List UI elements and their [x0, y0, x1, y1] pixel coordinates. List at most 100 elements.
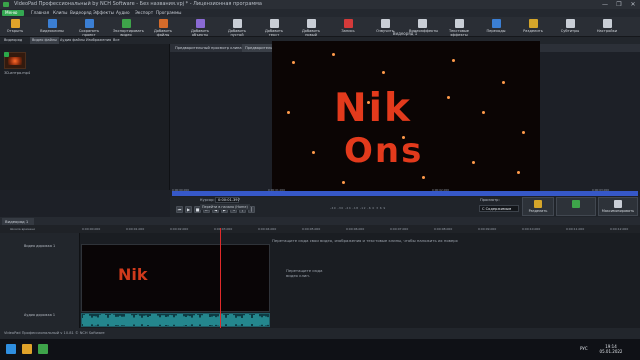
- menu-programs[interactable]: Программы: [156, 9, 181, 17]
- split-button[interactable]: Разделить: [522, 197, 554, 216]
- videopad-taskbar-icon[interactable]: [38, 344, 48, 354]
- save-button[interactable]: Сохранить проект: [76, 18, 102, 37]
- to-start-icon[interactable]: ⏮: [176, 206, 183, 213]
- video-preview[interactable]: Nik Ons: [272, 41, 540, 191]
- ruler-tick: 0:00:02.000: [170, 227, 189, 231]
- menu-audio[interactable]: Аудио: [116, 9, 130, 17]
- ruler-tick: 0:00:09.000: [478, 227, 497, 231]
- spark: [452, 59, 455, 62]
- explorer-icon[interactable]: [22, 344, 32, 354]
- ruler-tick: 0:00:00.000: [82, 227, 101, 231]
- spark: [447, 96, 450, 99]
- ruler-tick: 0:00:04.000: [258, 227, 277, 231]
- play-icon[interactable]: ▶: [185, 206, 192, 213]
- export-icon: [121, 19, 131, 28]
- toolbar-button-label: Экспортировать видео: [113, 29, 144, 37]
- subtitles-icon: [565, 19, 575, 28]
- track-headers: Видео дорожка 1 Аудио дорожка 1: [0, 233, 80, 328]
- bin-tab-all[interactable]: Все: [111, 37, 121, 44]
- add-objects-icon: [195, 19, 205, 28]
- narrate-icon: [380, 19, 390, 28]
- close-button[interactable]: ✕: [626, 0, 640, 9]
- minimize-button[interactable]: —: [598, 0, 612, 9]
- split-icon: [528, 19, 538, 28]
- open-button[interactable]: Открыть: [2, 18, 28, 36]
- preview-mode-label: Просмотр:: [480, 198, 500, 202]
- playhead[interactable]: [220, 228, 221, 328]
- media-thumbnail[interactable]: [4, 52, 26, 69]
- bin-tab-audio[interactable]: Аудио файлы: [58, 37, 87, 44]
- video-clip[interactable]: Nik: [81, 244, 270, 312]
- video-effects-icon: [417, 19, 427, 28]
- settings-icon: [602, 19, 612, 28]
- spark: [342, 181, 345, 184]
- menu-effects[interactable]: Эффекты: [93, 9, 114, 17]
- spark: [472, 161, 475, 164]
- transitions-icon: [491, 19, 501, 28]
- split-icon: [534, 200, 542, 208]
- position-field[interactable]: 0:00:01.397: [215, 197, 240, 203]
- video-clips-button[interactable]: Видеоклипы: [39, 18, 65, 36]
- menu-sequence[interactable]: Видеоряд: [70, 9, 92, 17]
- bin-tab-video[interactable]: Видео файлы: [30, 37, 59, 44]
- media-bin: 3D-интро.mp4: [0, 44, 170, 190]
- overlay-drop-hint: Перетащите сюда свои видео, изображения …: [272, 238, 458, 243]
- menu-clips[interactable]: Клипы: [53, 9, 67, 17]
- ruler-tick: 0:00:12.000: [610, 227, 629, 231]
- media-filename: 3D-интро.mp4: [4, 71, 31, 75]
- menu-button[interactable]: Меню: [2, 10, 24, 16]
- spark: [517, 171, 520, 174]
- video-track-name: Видео дорожка 1: [24, 244, 56, 248]
- clip-thumbnail-text: Nik: [118, 265, 148, 284]
- ruler-tick: 0:00:05.000: [302, 227, 321, 231]
- open-icon: [10, 19, 20, 28]
- bin-tab-images[interactable]: Изображения: [84, 37, 113, 44]
- spark: [332, 53, 335, 56]
- stabilize-icon: [572, 200, 580, 208]
- seek-bar[interactable]: [172, 191, 638, 196]
- taskbar: [0, 339, 640, 360]
- timeline-ruler[interactable]: Шкала времени 0:00:00.000 0:00:01.000 0:00…: [0, 225, 640, 233]
- menu-export[interactable]: Экспорт: [135, 9, 153, 17]
- ruler-tick: 0:00:03.000: [214, 227, 233, 231]
- spark: [382, 71, 385, 74]
- windows-start-icon[interactable]: [6, 344, 16, 354]
- spark: [422, 176, 425, 179]
- fullscreen-icon: [614, 200, 622, 208]
- text-effects-icon: [454, 19, 464, 28]
- title-bar: VideoPad Профессиональный by NCH Softwar…: [0, 0, 640, 9]
- status-bar: VideoPad Профессиональный v 10.81 © NCH …: [0, 328, 640, 339]
- sequence-tab[interactable]: Видеоряд 1: [2, 218, 34, 225]
- export-button[interactable]: Экспортировать видео: [113, 18, 144, 37]
- menu-home[interactable]: Главная: [31, 9, 49, 17]
- audio-clip[interactable]: [81, 313, 270, 327]
- window-title: VideoPad Профессиональный by NCH Softwar…: [14, 1, 263, 7]
- jump-to-start-hint[interactable]: Перейти в начало (Home): [200, 204, 250, 210]
- tab-clip-preview[interactable]: Предварительный просмотр клипа: [172, 44, 245, 52]
- spark: [502, 81, 505, 84]
- spark: [522, 131, 525, 134]
- toolbar-button-label: Видеоклипы: [40, 29, 64, 33]
- taskbar-clock[interactable]: 19:14 05.01.2022: [596, 344, 626, 354]
- record-icon: [343, 19, 353, 28]
- fullscreen-button[interactable]: Максимизировать: [598, 197, 638, 216]
- ruler-tick: 0:00:10.000: [522, 227, 541, 231]
- spark: [482, 111, 485, 114]
- bin-tab-sequence[interactable]: Видеоряд: [2, 37, 24, 44]
- menu-bar: Меню Главная Клипы Видеоряд Эффекты Ауди…: [0, 9, 640, 17]
- spark: [312, 151, 315, 154]
- audio-track-name: Аудио дорожка 1: [24, 313, 56, 317]
- volume-scale[interactable]: -40 -30 -24 -18 -12 -6 0 3 6 9: [330, 206, 386, 210]
- toolbar-button-label: Открыть: [6, 29, 24, 33]
- position-label: Курсор:: [200, 198, 215, 202]
- stabilize-button[interactable]: [556, 197, 596, 216]
- add-text-icon: [269, 19, 279, 28]
- save-icon: [84, 19, 94, 28]
- preview-title-text: Nik: [334, 86, 412, 131]
- maximize-button[interactable]: ❐: [612, 0, 626, 9]
- spark: [292, 61, 295, 64]
- add-new-icon: [306, 19, 316, 28]
- timeline-ruler-label: Шкала времени: [10, 227, 36, 231]
- preview-mode-select[interactable]: С Содержимым: [479, 205, 519, 212]
- language-indicator[interactable]: РУС: [580, 346, 588, 351]
